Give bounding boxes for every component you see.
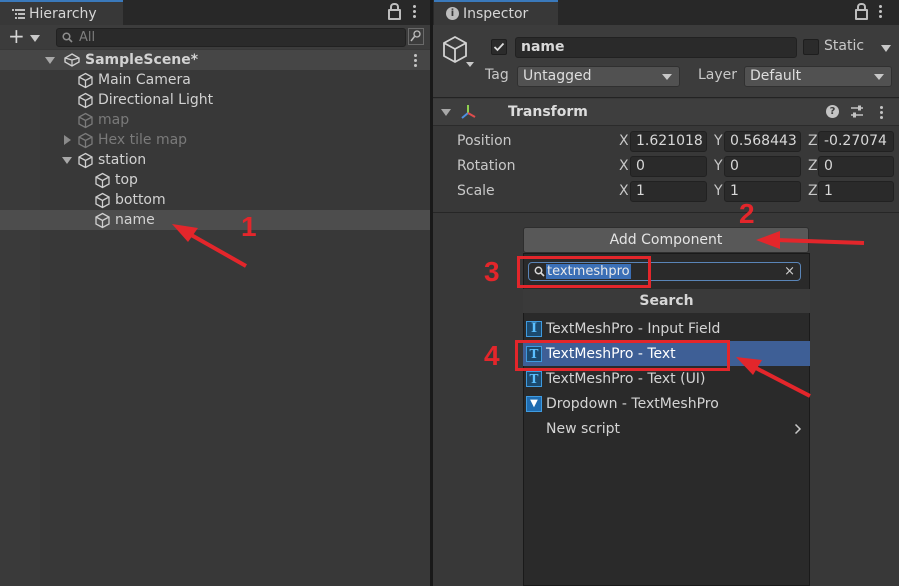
annotation-step-3: 3 <box>484 256 500 287</box>
annotation-box-search <box>517 256 651 288</box>
annotation-step-4: 4 <box>484 340 500 371</box>
annotation-step-2: 2 <box>739 198 755 229</box>
annotation-step-1: 1 <box>241 211 257 242</box>
annotation-arrows <box>172 224 865 398</box>
annotation-box-tmp-text <box>515 340 730 371</box>
